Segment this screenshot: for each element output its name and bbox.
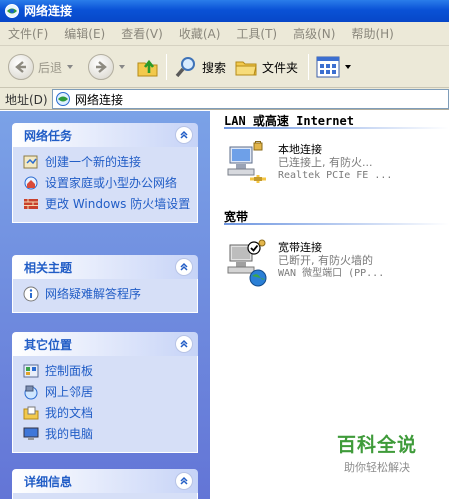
forward-button[interactable] [88,51,125,83]
watermark-brand: 百科全说 [336,434,417,456]
connection-status: 已连接上, 有防火... [278,156,373,169]
menu-help[interactable]: 帮助(H) [343,22,401,46]
other-places-panel: 其它位置 控制面板 网上邻居 我的文档 我的电脑 [12,332,198,453]
connection-device: Realtek PCIe FE ... [278,170,393,181]
toolbar: 后退 搜索 文件夹 [0,46,449,88]
views-icon [316,56,340,78]
place-my-computer[interactable]: 我的电脑 [23,425,191,445]
address-input[interactable]: 网络连接 [52,89,449,109]
place-my-network-places[interactable]: 网上邻居 [23,383,191,403]
network-tasks-panel: 网络任务 创建一个新的连接 设置家庭或小型办公网络 更改 Windows 防火墙… [12,123,198,223]
collapse-chevron-icon[interactable] [175,335,193,353]
menu-file[interactable]: 文件(F) [0,22,56,46]
toolbar-separator [308,54,309,80]
title-bar: 网络连接 [0,0,449,22]
task-firewall-settings[interactable]: 更改 Windows 防火墙设置 [23,195,191,215]
place-label: 我的电脑 [45,427,94,441]
forward-arrow-icon [88,54,114,80]
task-label: 网络疑难解答程序 [45,287,142,301]
home-network-icon [24,176,38,190]
see-also-header[interactable]: 相关主题 [12,255,198,279]
network-places-icon [24,385,38,400]
network-connections-icon [5,4,19,18]
window-title: 网络连接 [24,4,73,18]
search-icon [175,57,195,78]
watermark: 百科全说 助你轻松解决 [322,430,432,475]
group-header-lan: LAN 或高速 Internet [210,111,449,129]
lan-connection-icon [227,141,266,183]
connection-device: WAN 微型端口 (PP... [278,268,385,279]
task-label: 更改 Windows 防火墙设置 [45,197,191,211]
folders-label: 文件夹 [262,60,299,75]
menu-edit[interactable]: 编辑(E) [56,22,113,46]
up-folder-button[interactable] [136,51,160,83]
group-divider [224,127,449,129]
details-body [12,493,198,499]
network-tasks-header[interactable]: 网络任务 [12,123,198,147]
watermark-tagline: 助你轻松解决 [344,461,410,474]
search-label: 搜索 [202,60,227,75]
menu-advanced[interactable]: 高级(N) [285,22,343,46]
address-bar: 地址(D) 网络连接 [0,88,449,110]
forward-dropdown-icon[interactable] [119,65,125,69]
back-button[interactable]: 后退 [8,51,74,83]
collapse-chevron-icon[interactable] [175,258,193,276]
panel-title: 网络任务 [24,128,73,143]
collapse-chevron-icon[interactable] [175,472,193,490]
folders-button[interactable]: 文件夹 [234,51,298,83]
details-header[interactable]: 详细信息 [12,469,198,493]
panel-title: 详细信息 [24,474,73,489]
see-also-body: 网络疑难解答程序 [12,279,198,313]
connection-name: 宽带连接 [278,241,322,254]
menu-tools[interactable]: 工具(T) [228,22,285,46]
views-button[interactable] [316,51,351,83]
menu-bar: 文件(F) 编辑(E) 查看(V) 收藏(A) 工具(T) 高级(N) 帮助(H… [0,22,449,46]
collapse-chevron-icon[interactable] [175,126,193,144]
address-label: 地址(D) [5,93,48,107]
place-control-panel[interactable]: 控制面板 [23,362,191,382]
back-arrow-icon [8,54,34,80]
my-documents-icon [23,406,39,420]
connection-status: 已断开, 有防火墙的 [278,254,373,267]
panel-title: 相关主题 [24,260,73,275]
network-connections-icon [56,92,70,106]
task-label: 创建一个新的连接 [45,155,142,169]
place-my-documents[interactable]: 我的文档 [23,404,191,424]
network-tasks-body: 创建一个新的连接 设置家庭或小型办公网络 更改 Windows 防火墙设置 [12,147,198,223]
new-connection-icon [23,155,38,169]
task-setup-home-network[interactable]: 设置家庭或小型办公网络 [23,174,191,194]
task-label: 设置家庭或小型办公网络 [45,176,178,190]
control-panel-icon [23,364,39,378]
my-computer-icon [23,427,39,440]
task-network-troubleshooter[interactable]: 网络疑难解答程序 [23,285,191,305]
other-places-body: 控制面板 网上邻居 我的文档 我的电脑 [12,356,198,453]
search-button[interactable]: 搜索 [174,51,226,83]
views-dropdown-icon[interactable] [345,65,351,69]
address-value: 网络连接 [75,92,124,107]
connection-name: 本地连接 [278,143,322,156]
group-header-broadband: 宽带 [210,207,449,225]
place-label: 网上邻居 [45,385,94,399]
back-dropdown-icon[interactable] [67,65,74,69]
place-label: 我的文档 [45,406,94,420]
up-folder-icon [137,59,158,77]
firewall-icon [24,199,38,209]
see-also-panel: 相关主题 网络疑难解答程序 [12,255,198,313]
connection-broadband[interactable]: 宽带连接 已断开, 有防火墙的 WAN 微型端口 (PP... [224,239,449,291]
task-pane: 网络任务 创建一个新的连接 设置家庭或小型办公网络 更改 Windows 防火墙… [0,111,210,499]
broadband-connection-icon [227,239,267,287]
toolbar-separator [166,54,167,80]
info-icon [23,286,39,302]
place-label: 控制面板 [45,364,94,378]
task-create-connection[interactable]: 创建一个新的连接 [23,153,191,173]
folders-icon [235,61,257,76]
menu-favorites[interactable]: 收藏(A) [171,22,229,46]
details-panel: 详细信息 [12,469,198,499]
other-places-header[interactable]: 其它位置 [12,332,198,356]
back-label: 后退 [38,60,63,75]
panel-title: 其它位置 [24,337,73,352]
group-divider [224,223,449,225]
connection-local-area[interactable]: 本地连接 已连接上, 有防火... Realtek PCIe FE ... [224,141,449,193]
menu-view[interactable]: 查看(V) [113,22,171,46]
